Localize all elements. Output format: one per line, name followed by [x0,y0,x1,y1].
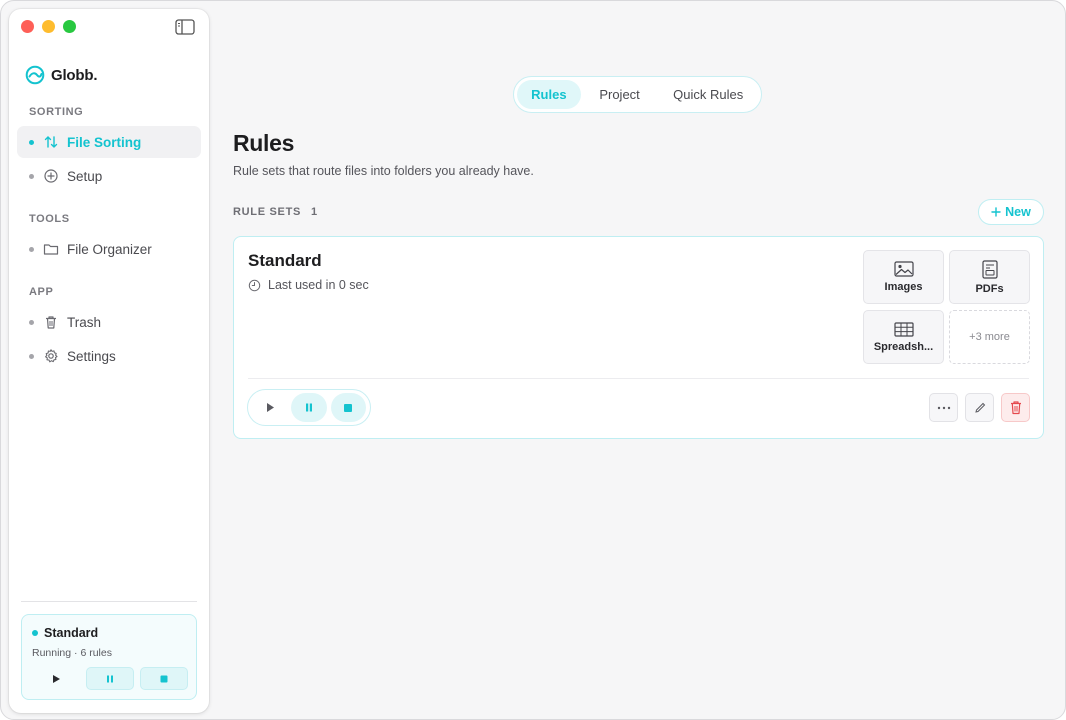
rule-sets-header: RULE SETS 1 [233,206,317,218]
last-used-text: Last used in 0 sec [268,278,369,292]
play-button[interactable] [252,393,287,422]
image-icon [893,261,914,277]
tile-label: PDFs [975,282,1004,295]
sidebar-item-label: Setup [67,168,103,184]
play-icon [266,403,274,412]
pdf-icon [981,259,998,279]
sidebar-item-label: Settings [67,348,116,364]
item-dot [29,319,34,325]
trash-icon [1010,401,1021,415]
rule-sets-count: 1 [311,206,318,218]
more-options-button[interactable] [929,393,958,422]
status-subtitle: Running · 6 rules [32,647,112,659]
sidebar-item-setup[interactable]: Setup [17,160,201,192]
gear-icon [45,349,58,363]
pause-button[interactable] [291,393,327,422]
status-stop-button[interactable] [140,667,188,690]
new-rule-set-button[interactable]: New [978,199,1044,225]
folder-icon [43,244,59,255]
tab-rules[interactable]: Rules [517,80,581,109]
sidebar-item-label: Trash [67,314,102,330]
status-title: Standard [44,626,99,640]
sidebar-item-file-sorting[interactable]: File Sorting [17,126,201,158]
zoom-window-button[interactable] [63,20,76,33]
brand-name: Globb. [51,66,98,84]
section-label-app: APP [29,286,54,298]
status-play-button[interactable] [32,667,80,690]
tab-quick-rules[interactable]: Quick Rules [658,80,758,109]
sidebar: Globb. SORTING File Sorting Setup TOOLS [9,9,209,713]
rule-set-meta: Last used in 0 sec [248,278,369,292]
minimize-window-button[interactable] [42,20,55,33]
stop-button[interactable] [330,393,366,422]
active-indicator-dot [29,139,34,145]
globb-logo-icon [25,65,45,85]
section-label-sorting: SORTING [29,106,84,118]
pause-icon [305,403,312,412]
brand: Globb. [25,65,97,85]
item-dot [29,173,34,179]
stop-icon [344,403,353,412]
more-tiles-button[interactable]: +3 more [949,310,1030,364]
status-controls [32,667,188,690]
running-dot [32,630,38,636]
tab-project[interactable]: Project [581,80,659,109]
table-icon [893,321,914,337]
sidebar-item-file-organizer[interactable]: File Organizer [17,233,201,265]
plus-circle-icon [44,169,58,183]
sidebar-item-label: File Sorting [67,134,142,150]
sidebar-divider [21,601,197,602]
play-icon [53,674,60,683]
ellipsis-icon [937,406,950,409]
new-button-label: New [1005,205,1031,219]
running-status-card: Standard Running · 6 rules [21,614,197,700]
rule-tile-spreadsheets[interactable]: Spreadsh... [863,310,944,364]
rule-sets-label: RULE SETS [233,206,302,218]
pause-icon [107,675,113,682]
page-subtitle: Rule sets that route files into folders … [233,164,534,178]
rule-set-card[interactable]: Standard Last used in 0 sec Images PDFs [233,236,1044,439]
item-dot [29,353,34,359]
clock-icon [248,279,261,291]
status-pause-button[interactable] [86,667,134,690]
pencil-icon [974,402,985,413]
sidebar-item-settings[interactable]: Settings [17,340,201,372]
tile-label: Images [884,281,923,293]
sidebar-item-trash[interactable]: Trash [17,306,201,338]
view-tabs: Rules Project Quick Rules [513,76,762,113]
tile-label: Spreadsh... [873,340,934,353]
section-label-tools: TOOLS [29,213,70,225]
stop-icon [160,675,168,682]
item-dot [29,246,34,252]
sidebar-item-label: File Organizer [67,241,152,257]
delete-rule-set-button[interactable] [1001,393,1030,422]
close-window-button[interactable] [21,20,34,33]
rule-tile-pdfs[interactable]: PDFs [949,250,1030,304]
sort-arrows-icon [44,136,58,148]
trash-icon [46,316,56,329]
rule-set-playback-controls [247,389,371,426]
window-controls [21,20,76,33]
rule-tile-images[interactable]: Images [863,250,944,304]
plus-icon [991,207,1001,217]
card-divider [248,378,1029,379]
app-window: Globb. SORTING File Sorting Setup TOOLS [0,0,1066,720]
rule-set-title: Standard [248,251,322,270]
sidebar-toggle-icon[interactable] [175,19,195,35]
page-title: Rules [233,130,295,156]
status-header: Standard [32,626,98,640]
more-tiles-label: +3 more [969,331,1010,343]
edit-rule-set-button[interactable] [965,393,994,422]
